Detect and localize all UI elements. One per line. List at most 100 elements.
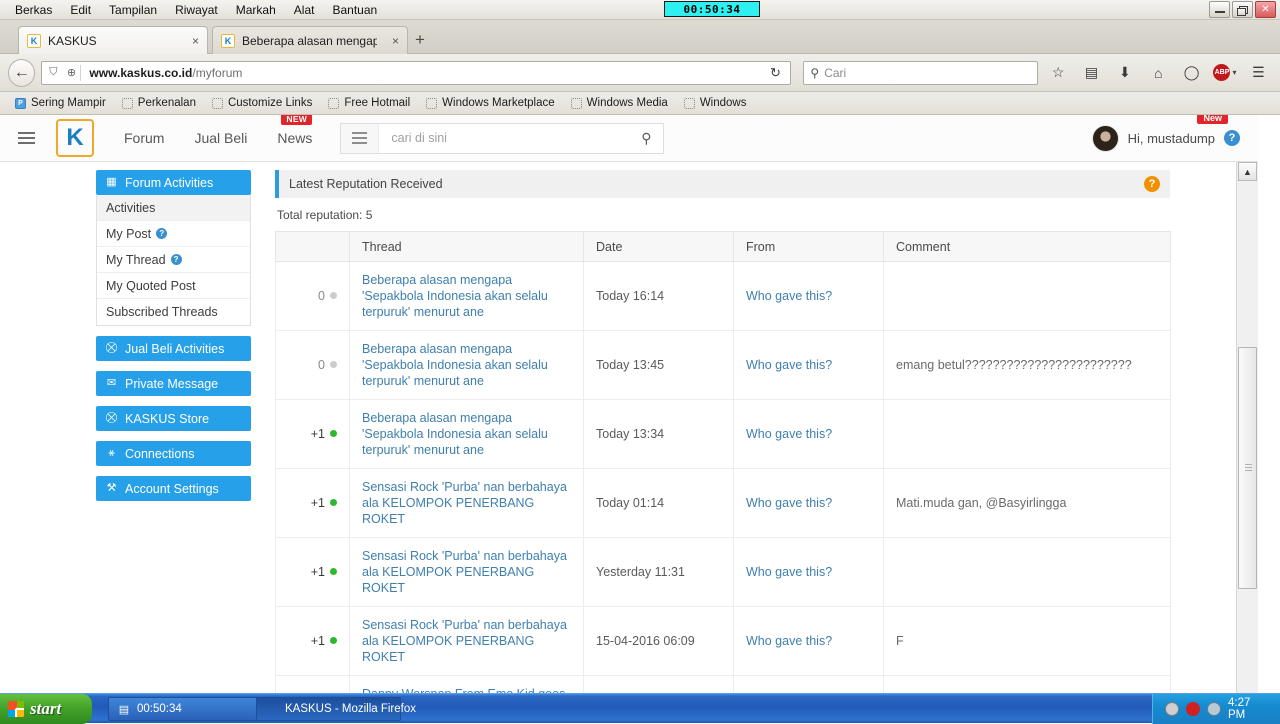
tab-close-icon[interactable]: × (384, 34, 399, 48)
menu-icon[interactable]: ☰ (1245, 64, 1272, 81)
menubar: Berkas Edit Tampilan Riwayat Markah Alat… (6, 0, 386, 20)
thread-link[interactable]: Beberapa alasan mengapa 'Sepakbola Indon… (362, 341, 571, 389)
from-cell: Who gave this? (733, 606, 884, 676)
bookmark-windows-marketplace[interactable]: Windows Marketplace (419, 95, 561, 111)
table-row: 0 Beberapa alasan mengapa 'Sepakbola Indo… (275, 261, 1171, 331)
taskbar-item-timer[interactable]: ▤ 00:50:34 (108, 697, 276, 721)
home-icon[interactable]: ⌂ (1145, 65, 1172, 81)
menu-edit[interactable]: Edit (61, 1, 100, 19)
help-icon[interactable]: ? (170, 254, 182, 265)
sidebar-item-kaskus-store[interactable]: ⛒ KASKUS Store (96, 406, 251, 431)
who-gave-this-link[interactable]: Who gave this? (746, 358, 832, 372)
site-search[interactable]: cari di sini ⚲ (340, 122, 665, 154)
sidebar-item-jual-beli-activities[interactable]: ⛒ Jual Beli Activities (96, 336, 251, 361)
sidebar-item-connections[interactable]: ⚹ Connections (96, 441, 251, 466)
close-button[interactable]: ✕ (1255, 1, 1276, 18)
thread-link[interactable]: Sensasi Rock 'Purba' nan berbahaya ala K… (362, 617, 571, 665)
comment-cell (883, 399, 1171, 469)
menu-bantuan[interactable]: Bantuan (323, 1, 386, 19)
bookmark-sering-mampir[interactable]: P Sering Mampir (8, 95, 113, 111)
who-gave-this-link[interactable]: Who gave this? (746, 427, 832, 441)
site-menu-icon[interactable] (0, 132, 52, 144)
sidebar-group-forum-activities[interactable]: ▦ Forum Activities (96, 170, 251, 195)
menu-markah[interactable]: Markah (227, 1, 285, 19)
nav-forum[interactable]: Forum (124, 130, 164, 146)
tray-antivirus-icon[interactable] (1186, 702, 1200, 716)
start-button[interactable]: start (0, 694, 92, 724)
who-gave-this-link[interactable]: Who gave this? (746, 496, 832, 510)
avatar[interactable] (1091, 124, 1119, 152)
scrollbar-thumb[interactable] (1238, 347, 1257, 589)
browser-search-input[interactable]: ⚲ Cari (803, 60, 1039, 85)
who-gave-this-link[interactable]: Who gave this? (746, 289, 832, 303)
reader-list-icon[interactable]: ▤ (1078, 64, 1105, 81)
total-reputation-label: Total reputation: 5 (277, 208, 373, 222)
thread-link[interactable]: Sensasi Rock 'Purba' nan berbahaya ala K… (362, 479, 571, 527)
nav-news[interactable]: NEW News (277, 115, 312, 146)
bookmark-free-hotmail[interactable]: Free Hotmail (321, 95, 417, 111)
sidebar-item-activities[interactable]: Activities (97, 195, 250, 221)
who-gave-this-link[interactable]: Who gave this? (746, 565, 832, 579)
help-icon[interactable]: ? (156, 228, 168, 239)
kaskus-logo[interactable]: K (56, 119, 94, 157)
back-button[interactable]: ← (8, 58, 36, 87)
tab-close-icon[interactable]: × (184, 34, 199, 48)
help-icon[interactable]: ? (1224, 130, 1240, 146)
page-scrollbar[interactable]: ▲ ▼ (1236, 162, 1258, 693)
nav-jual-beli[interactable]: Jual Beli (194, 130, 247, 146)
url-text: www.kaskus.co.id/myforum (80, 64, 762, 81)
help-icon[interactable]: ? (1144, 176, 1160, 192)
tab-kaskus[interactable]: K KASKUS × (18, 26, 208, 54)
minimize-button[interactable] (1209, 1, 1230, 18)
who-gave-this-link[interactable]: Who gave this? (746, 634, 832, 648)
sidebar-item-subscribed-threads[interactable]: Subscribed Threads (97, 299, 250, 325)
sidebar-item-account-settings[interactable]: ⚒ Account Settings (96, 476, 251, 501)
thread-cell: Beberapa alasan mengapa 'Sepakbola Indon… (349, 261, 584, 331)
search-submit-icon[interactable]: ⚲ (629, 130, 663, 147)
from-cell: Who gave this? (733, 261, 884, 331)
thread-link[interactable]: Danny Worsnop,From Emo Kid goes to Hillb… (362, 686, 571, 693)
bookmark-windows[interactable]: Windows (677, 95, 754, 111)
thread-link[interactable]: Beberapa alasan mengapa 'Sepakbola Indon… (362, 410, 571, 458)
firefox-icon (265, 702, 279, 716)
tray-clock[interactable]: 4:27 PM (1228, 697, 1270, 721)
thread-link[interactable]: Sensasi Rock 'Purba' nan berbahaya ala K… (362, 548, 571, 596)
menu-tampilan[interactable]: Tampilan (100, 1, 166, 19)
menu-riwayat[interactable]: Riwayat (166, 1, 227, 19)
tab-beberapa-alasan[interactable]: K Beberapa alasan mengapa "S... × (212, 26, 408, 54)
bookmark-windows-media[interactable]: Windows Media (564, 95, 675, 111)
panel-header: Latest Reputation Received ? (275, 170, 1170, 198)
sidebar-item-my-thread[interactable]: My Thread ? (97, 247, 250, 273)
reload-icon[interactable]: ↻ (762, 65, 788, 81)
tray-network-icon[interactable] (1165, 702, 1179, 716)
timer-app-icon: ▤ (118, 703, 130, 716)
thread-link[interactable]: Beberapa alasan mengapa 'Sepakbola Indon… (362, 272, 571, 320)
sidebar-item-label: Private Message (125, 376, 219, 391)
restore-button[interactable] (1232, 1, 1253, 18)
search-category-icon[interactable] (341, 123, 380, 153)
downloads-icon[interactable]: ⬇ (1111, 64, 1138, 81)
bookmark-star-icon[interactable]: ☆ (1044, 64, 1071, 81)
adblock-icon[interactable]: ABP ▾ (1211, 64, 1238, 81)
comment-text: F (896, 634, 904, 648)
table-row: +1 Sensasi Rock 'Purba' nan berbahaya ala… (275, 537, 1171, 607)
shield-icon: ⛉ (49, 66, 58, 78)
sidebar-item-my-quoted-post[interactable]: My Quoted Post (97, 273, 250, 299)
date-cell: Today 13:45 (583, 330, 734, 400)
new-tab-button[interactable]: + (415, 31, 425, 48)
date-cell: 15-04-2016 06:09 (583, 606, 734, 676)
chat-icon[interactable]: ◯ (1178, 64, 1205, 81)
menu-berkas[interactable]: Berkas (6, 1, 61, 19)
bookmark-perkenalan[interactable]: Perkenalan (115, 95, 203, 111)
menu-alat[interactable]: Alat (285, 1, 324, 19)
user-area[interactable]: New Hi, mustadump ? (1091, 115, 1258, 152)
bookmark-customize-links[interactable]: Customize Links (205, 95, 319, 111)
tray-clock-app-icon[interactable] (1207, 702, 1221, 716)
sidebar-item-private-message[interactable]: ✉ Private Message (96, 371, 251, 396)
sidebar-item-my-post[interactable]: My Post ? (97, 221, 250, 247)
taskbar-item-firefox[interactable]: KASKUS - Mozilla Firefox (256, 697, 416, 721)
scroll-up-icon[interactable]: ▲ (1238, 162, 1257, 181)
new-badge: NEW (281, 115, 313, 125)
url-bar[interactable]: ⛉ ⊕ www.kaskus.co.id/myforum ↻ (41, 60, 792, 85)
kaskus-site-header: K Forum Jual Beli NEW News cari di sini … (0, 115, 1258, 162)
